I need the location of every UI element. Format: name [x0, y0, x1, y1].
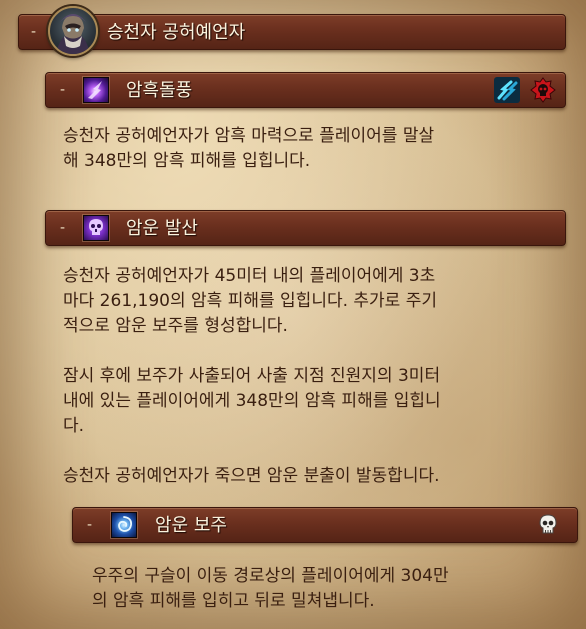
- description-line: 잠시 후에 보주가 사출되어 사출 지점 진원지의 3미터: [63, 366, 441, 386]
- description-line: 의 암흑 피해를 입히고 뒤로 밀쳐냅니다.: [92, 591, 375, 611]
- description-line: 우주의 구슬이 이동 경로상의 플레이어에게 304만: [92, 566, 449, 586]
- description-line: 승천자 공허예언자가 암흑 마력으로 플레이어를 말살: [63, 126, 435, 146]
- ability-description-dark-emanation: 승천자 공허예언자가 45미터 내의 플레이어에게 3초 마다 261,190의…: [63, 264, 441, 489]
- boss-name: 승천자 공허예언자: [107, 22, 246, 43]
- description-line: 내에 있는 플레이어에게 348만의 암흑 피해를 입힙니: [63, 391, 441, 411]
- ability-collapse-toggle[interactable]: -: [87, 516, 92, 534]
- ability-name: 암운 보주: [155, 515, 227, 536]
- ability-name: 암운 발산: [126, 218, 198, 239]
- boss-header[interactable]: - 승천자 공허예언자: [18, 14, 566, 50]
- ability-header-dark-emanation[interactable]: - 암운 발산: [45, 210, 566, 246]
- ability-header-void-orb[interactable]: - 암운 보주: [72, 507, 578, 543]
- ability-header-shadow-burst[interactable]: - 암흑돌풍: [45, 72, 566, 108]
- ability-description-void-orb: 우주의 구슬이 이동 경로상의 플레이어에게 304만 의 암흑 피해를 입히고…: [92, 564, 449, 614]
- void-orb-icon: [111, 512, 137, 538]
- description-line: 적으로 암운 보주를 형성합니다.: [63, 316, 288, 336]
- ability-collapse-toggle[interactable]: -: [60, 219, 65, 237]
- add-skull-icon[interactable]: [535, 512, 561, 538]
- deadly-icon[interactable]: [530, 77, 556, 103]
- description-line: 승천자 공허예언자가 45미터 내의 플레이어에게 3초: [63, 266, 436, 286]
- description-line: 다.: [63, 416, 85, 436]
- ability-description-shadow-burst: 승천자 공허예언자가 암흑 마력으로 플레이어를 말살 해 348만의 암흑 피…: [63, 124, 434, 174]
- dark-skull-icon: [83, 215, 109, 241]
- interruptible-icon[interactable]: [494, 77, 520, 103]
- shadow-burst-icon: [83, 77, 109, 103]
- description-line: 승천자 공허예언자가 죽으면 암운 분출이 발동합니다.: [63, 466, 440, 486]
- description-line: 마다 261,190의 암흑 피해를 입힙니다. 추가로 주기: [63, 291, 438, 311]
- boss-collapse-toggle[interactable]: -: [31, 23, 36, 41]
- description-line: 해 348만의 암흑 피해를 입힙니다.: [63, 151, 311, 171]
- ability-collapse-toggle[interactable]: -: [60, 81, 65, 99]
- boss-portrait-icon: [48, 6, 98, 56]
- ability-name: 암흑돌풍: [126, 80, 193, 101]
